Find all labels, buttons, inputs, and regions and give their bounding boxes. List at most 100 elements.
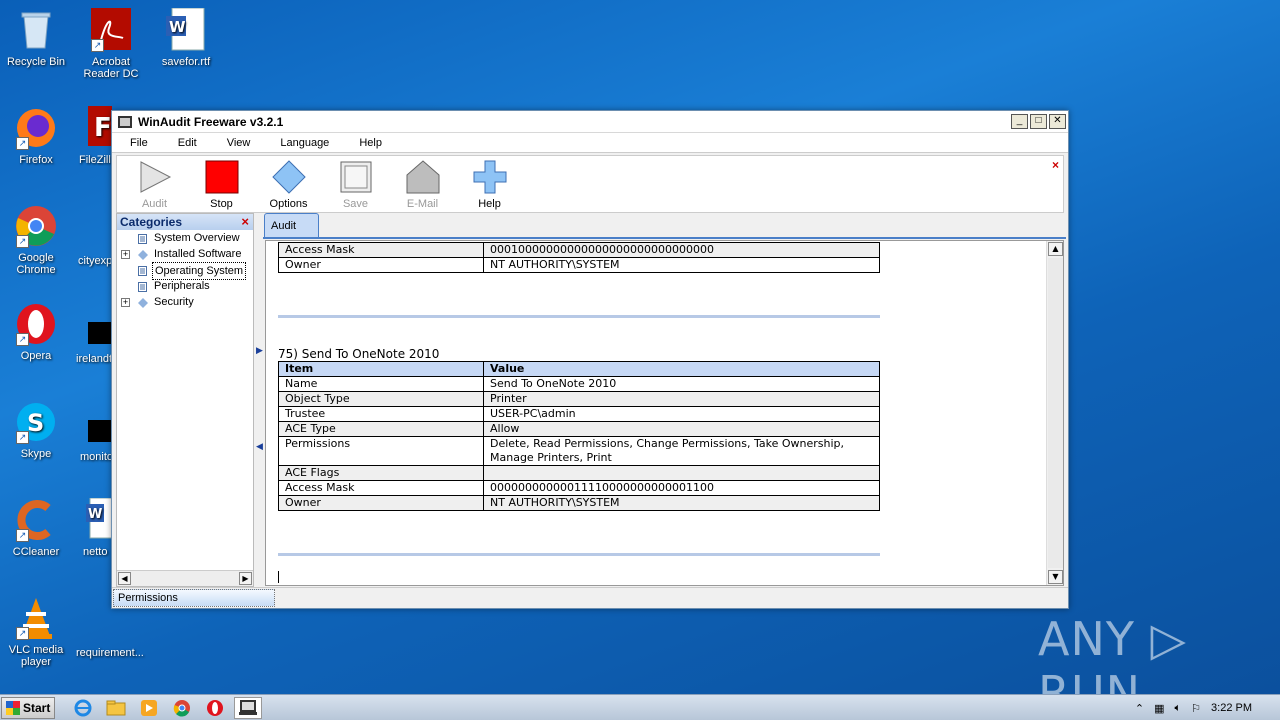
play-icon [138,160,172,194]
panel-splitter[interactable]: ▶ ◀ [255,213,263,587]
desktop-icon-acrobat[interactable]: ↗ Acrobat Reader DC [75,8,147,80]
tab-audit[interactable]: Audit [264,213,319,237]
options-button[interactable]: Options [255,156,322,212]
email-button[interactable]: E-Mail [389,156,456,212]
desktop-icon-irelandt[interactable]: irelandt [76,353,112,365]
table-row: Owner NT AUTHORITY\SYSTEM [278,257,880,273]
scroll-left-icon[interactable]: ◀ [118,572,131,585]
svg-text:W: W [169,18,186,36]
section-divider [278,553,880,556]
recycle-bin-icon [14,8,58,52]
desktop-icon-monito[interactable]: monito [80,451,113,463]
table-row: Owner NT AUTHORITY\SYSTEM [278,495,880,511]
desktop-icon-chrome[interactable]: ↗ Google Chrome [0,204,72,276]
desktop-icon-vlc[interactable]: ↗ VLC media player [0,596,72,668]
desktop-icon-savefor[interactable]: W savefor.rtf [150,7,222,68]
taskbar-media-player-icon[interactable] [135,697,163,719]
menu-language[interactable]: Language [280,137,329,149]
expand-plus-icon[interactable]: + [121,250,130,259]
maximize-button[interactable]: □ [1030,114,1047,129]
desktop-icon-filezilla[interactable]: F FileZilla [72,106,112,166]
shortcut-arrow-icon: ↗ [16,235,29,248]
firefox-icon: ↗ [14,106,58,150]
table-row: Permissions Delete, Read Permissions, Ch… [278,436,880,466]
collapse-right-icon[interactable]: ▶ [256,345,263,356]
opera-icon: ↗ [14,302,58,346]
content-vertical-scrollbar[interactable]: ▲ ▼ [1046,241,1063,585]
previous-entry-table: Access Mask 0001000000000000000000000000… [278,242,880,273]
expand-plus-icon[interactable]: + [121,298,130,307]
desktop-icon-recycle-bin[interactable]: Recycle Bin [0,8,72,68]
start-button[interactable]: Start [1,696,55,719]
audit-button[interactable]: Audit [121,156,188,212]
table-row: ACE Type Allow [278,421,880,437]
taskbar-winaudit-icon[interactable] [234,696,262,719]
shortcut-arrow-icon: ↗ [16,431,29,444]
categories-horizontal-scrollbar[interactable]: ◀ ▶ [117,570,253,586]
title-bar[interactable]: WinAudit Freeware v3.2.1 _ □ ✕ [112,111,1068,133]
chrome-icon: ↗ [14,204,58,248]
ccleaner-icon: ↗ [14,498,58,542]
document-icon [138,233,147,244]
table-row: Access Mask 0000000000001111000000000000… [278,480,880,496]
document-icon [138,265,147,276]
taskbar-ie-icon[interactable] [69,697,97,719]
desktop-icon-netto[interactable]: W netto [76,497,117,558]
desktop-icon-cityexp[interactable]: cityexp [78,255,112,267]
tab-strip: Audit [263,213,1066,239]
scroll-up-icon[interactable]: ▲ [1048,242,1063,256]
stop-button[interactable]: Stop [188,156,255,212]
text-caret [278,571,279,583]
action-center-flag-icon[interactable]: ⚐ [1191,702,1201,715]
taskbar-explorer-icon[interactable] [102,697,130,719]
table-row: Object Type Printer [278,391,880,407]
desktop-icon-requirement[interactable]: requirement... [76,647,144,659]
file-thumbnail-icon [88,420,112,442]
desktop-icon-opera[interactable]: ↗ Opera [0,302,72,362]
tray-expand-icon[interactable]: ⌃ [1135,702,1144,715]
scroll-thumb[interactable] [1048,258,1063,568]
close-button[interactable]: ✕ [1049,114,1066,129]
collapse-left-icon[interactable]: ◀ [256,441,263,452]
menu-edit[interactable]: Edit [178,137,197,149]
table-row: Trustee USER-PC\admin [278,406,880,422]
report-content: Access Mask 0001000000000000000000000000… [265,240,1064,586]
menu-help[interactable]: Help [359,137,382,149]
shortcut-arrow-icon: ↗ [16,137,29,150]
volume-icon[interactable]: 🔈︎ [1175,702,1182,715]
categories-close-icon[interactable]: × [241,214,249,230]
minimize-button[interactable]: _ [1011,114,1028,129]
scroll-down-icon[interactable]: ▼ [1048,570,1063,584]
desktop-icon-ccleaner[interactable]: ↗ CCleaner [0,498,72,558]
tree-item-peripherals[interactable]: Peripherals [117,278,253,294]
shortcut-arrow-icon: ↗ [91,39,104,52]
scroll-right-icon[interactable]: ▶ [239,572,252,585]
desktop-icon-firefox[interactable]: ↗ Firefox [0,106,72,166]
table-row: ACE Flags [278,465,880,481]
network-icon[interactable]: ▦ [1154,702,1164,715]
help-button[interactable]: Help [456,156,523,212]
save-button[interactable]: Save [322,156,389,212]
shortcut-arrow-icon: ↗ [16,333,29,346]
tree-item-system-overview[interactable]: System Overview [117,230,253,246]
clock[interactable]: 3:22 PM [1211,702,1252,714]
taskbar-chrome-icon[interactable] [168,697,196,719]
tree-item-security[interactable]: + Security [117,294,253,310]
windows-logo-icon [6,700,20,715]
section-divider [278,315,880,318]
acrobat-icon: ↗ [89,8,133,52]
vlc-icon: ↗ [14,596,58,640]
tree-item-operating-system[interactable]: Operating System [117,262,253,280]
menu-view[interactable]: View [227,137,251,149]
diamond-icon [271,160,306,194]
tree-item-installed-software[interactable]: + Installed Software [117,246,253,262]
svg-text:F: F [94,113,112,143]
document-icon [138,281,147,292]
desktop-icon-skype[interactable]: S ↗ Skype [0,400,72,460]
toolbar: Audit Stop Options Save E-Mail Help × [116,155,1064,213]
file-thumbnail-icon [88,322,112,344]
svg-text:S: S [27,409,44,437]
taskbar-opera-icon[interactable] [201,697,229,719]
toolbar-close-icon[interactable]: × [1052,158,1059,172]
menu-file[interactable]: File [130,137,148,149]
